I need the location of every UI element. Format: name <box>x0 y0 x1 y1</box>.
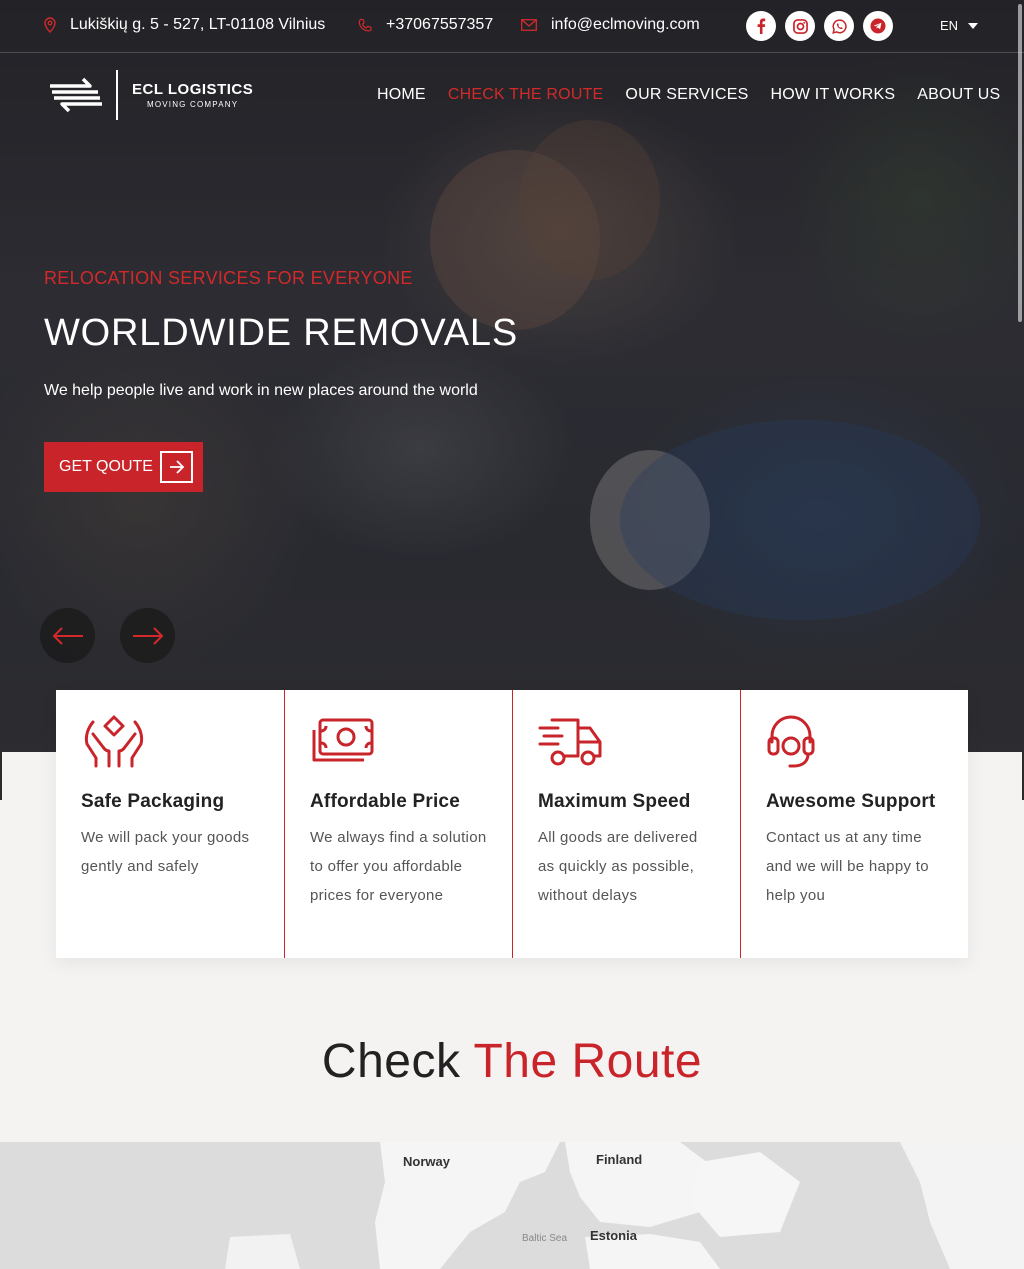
get-quote-button[interactable]: GET QOUTE <box>44 442 203 492</box>
nav-check-the-route[interactable]: CHECK THE ROUTE <box>448 86 604 104</box>
logo[interactable]: ECL LOGISTICS MOVING COMPANY <box>48 70 253 120</box>
feature-text: All goods are delivered as quickly as po… <box>538 829 698 904</box>
feature-title: Affordable Price <box>310 791 460 812</box>
fast-truck-icon <box>538 718 602 766</box>
address-text: Lukiškių g. 5 - 527, LT-01108 Vilnius <box>70 16 326 33</box>
language-label: EN <box>940 18 959 33</box>
map-label-finland: Finland <box>596 1152 643 1167</box>
logo-arrows-icon <box>50 77 102 113</box>
phone-text: +37067557357 <box>386 16 494 33</box>
map-label-baltic-sea: Baltic Sea <box>522 1233 568 1244</box>
hero-section: Lukiškių g. 5 - 527, LT-01108 Vilnius +3… <box>0 0 1024 752</box>
feature-title: Safe Packaging <box>81 791 225 812</box>
feature-card: Maximum Speed All goods are delivered as… <box>512 690 740 958</box>
location-pin-icon <box>44 17 56 33</box>
hero-scrollbar[interactable] <box>1018 4 1022 322</box>
heading-plain: Check <box>321 1035 474 1088</box>
arrow-left-icon <box>52 626 83 645</box>
feature-text: We will pack your goods gently and safel… <box>81 829 250 875</box>
logo-text: ECL LOGISTICS MOVING COMPANY <box>132 81 253 109</box>
feature-title: Awesome Support <box>766 791 936 812</box>
main-nav: HOME CHECK THE ROUTE OUR SERVICES HOW IT… <box>377 86 1022 104</box>
feature-card: Awesome Support Contact us at any time a… <box>740 690 968 958</box>
whatsapp-icon[interactable] <box>824 11 854 41</box>
slider-next-button[interactable] <box>120 608 175 663</box>
features: Safe Packaging We will pack your goods g… <box>56 690 968 958</box>
top-bar: Lukiškių g. 5 - 527, LT-01108 Vilnius +3… <box>0 0 1024 53</box>
envelope-icon <box>521 19 537 31</box>
hero-subtitle: We help people live and work in new plac… <box>44 382 478 399</box>
address[interactable]: Lukiškių g. 5 - 527, LT-01108 Vilnius <box>44 16 325 34</box>
email[interactable]: info@eclmoving.com <box>521 16 700 34</box>
slider-prev-button[interactable] <box>40 608 95 663</box>
route-map[interactable]: Norway Finland Estonia Baltic Sea <box>0 1142 1024 1269</box>
feature-text: We always find a solution to offer you a… <box>310 829 487 904</box>
nav-our-services[interactable]: OUR SERVICES <box>625 86 748 104</box>
side-strip <box>0 752 2 800</box>
map-label-estonia: Estonia <box>590 1228 637 1243</box>
banknote-icon <box>312 718 374 762</box>
phone[interactable]: +37067557357 <box>358 16 493 34</box>
feature-title: Maximum Speed <box>538 791 691 812</box>
instagram-icon[interactable] <box>785 11 815 41</box>
headset-icon <box>767 715 815 768</box>
language-selector[interactable]: EN <box>940 18 979 33</box>
hands-box-icon <box>84 715 144 768</box>
hero-title: WORLDWIDE REMOVALS <box>44 312 518 354</box>
nav-how-it-works[interactable]: HOW IT WORKS <box>770 86 895 104</box>
map-landmass <box>225 1142 1024 1269</box>
telegram-icon[interactable] <box>863 11 893 41</box>
logo-divider <box>116 70 118 120</box>
feature-card: Affordable Price We always find a soluti… <box>284 690 512 958</box>
heading-accent: The Route <box>473 1035 703 1088</box>
arrow-right-icon <box>160 451 193 483</box>
nav-home[interactable]: HOME <box>377 86 426 104</box>
arrow-right-icon <box>132 626 163 645</box>
map-label-norway: Norway <box>403 1154 450 1169</box>
feature-text: Contact us at any time and we will be ha… <box>766 829 929 904</box>
email-text: info@eclmoving.com <box>551 16 700 33</box>
logo-subtitle: MOVING COMPANY <box>146 100 239 109</box>
route-section-heading: Check The Route <box>0 1034 1024 1089</box>
feature-card: Safe Packaging We will pack your goods g… <box>56 690 284 958</box>
facebook-icon[interactable] <box>746 11 776 41</box>
phone-icon <box>358 18 372 32</box>
logo-title: ECL LOGISTICS <box>132 81 254 98</box>
get-quote-label: GET QOUTE <box>59 458 153 475</box>
hero-kicker: RELOCATION SERVICES FOR EVERYONE <box>44 268 413 288</box>
nav-about-us[interactable]: ABOUT US <box>917 86 1000 104</box>
caret-down-icon <box>968 22 979 29</box>
